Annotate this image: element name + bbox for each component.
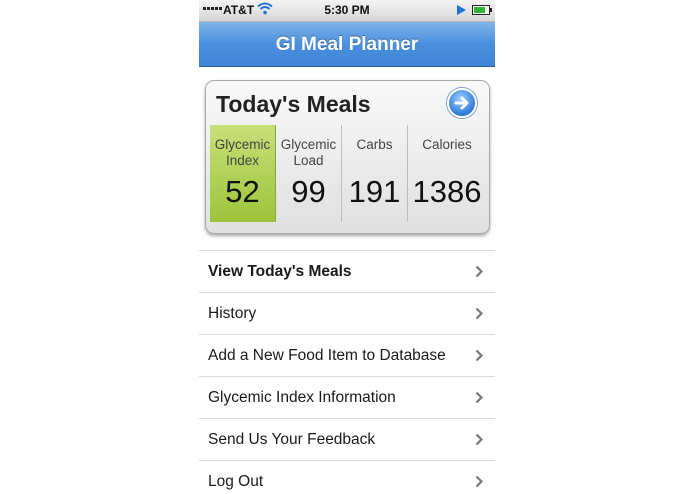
next-arrow-button[interactable] [447,88,477,118]
menu-item-log-out[interactable]: Log Out [199,460,495,494]
stat-value: 99 [291,174,326,209]
chevron-right-icon [475,433,483,446]
chevron-right-icon [475,391,483,404]
menu-item-label: Add a New Food Item to Database [208,347,446,364]
menu-item-add-food[interactable]: Add a New Food Item to Database [199,334,495,376]
menu-item-history[interactable]: History [199,292,495,334]
play-icon [457,5,466,15]
stat-label: Glycemic Index [214,137,271,168]
main-menu: View Today's Meals History Add a New Foo… [199,250,495,494]
stat-label: Glycemic Load [280,137,337,168]
menu-item-label: Glycemic Index Information [208,389,396,406]
status-bar: AT&T 5:30 PM [199,0,495,22]
meal-stats: Glycemic Index 52 Glycemic Load 99 Carbs… [210,125,486,222]
chevron-right-icon [475,307,483,320]
chevron-right-icon [475,349,483,362]
menu-item-label: Log Out [208,473,264,490]
stat-label: Calories [422,137,472,152]
chevron-right-icon [475,475,483,488]
menu-item-view-todays-meals[interactable]: View Today's Meals [199,250,495,292]
stat-glycemic-index: Glycemic Index 52 [210,125,276,222]
card-title: Today's Meals [216,91,371,117]
stat-calories: Calories 1386 [408,125,486,222]
status-time: 5:30 PM [324,3,370,17]
navigation-bar: GI Meal Planner [199,22,495,67]
menu-item-gi-information[interactable]: Glycemic Index Information [199,376,495,418]
app-title: GI Meal Planner [275,34,419,55]
phone-screen: AT&T 5:30 PM GI Meal Planner Today's Mea… [199,0,495,494]
stat-value: 52 [225,174,260,209]
menu-item-label: View Today's Meals [208,263,352,280]
stat-value: 1386 [412,174,482,209]
todays-meals-card[interactable]: Today's Meals Glycemic Index 52 Glycemic… [205,80,490,234]
menu-item-label: History [208,305,257,322]
stat-label: Carbs [356,137,393,152]
battery-icon [472,5,492,15]
stat-carbs: Carbs 191 [342,125,408,222]
chevron-right-icon [475,265,483,278]
menu-item-label: Send Us Your Feedback [208,431,376,448]
stat-value: 191 [348,174,401,209]
arrow-right-icon [454,96,469,110]
stat-glycemic-load: Glycemic Load 99 [276,125,342,222]
menu-item-feedback[interactable]: Send Us Your Feedback [199,418,495,460]
